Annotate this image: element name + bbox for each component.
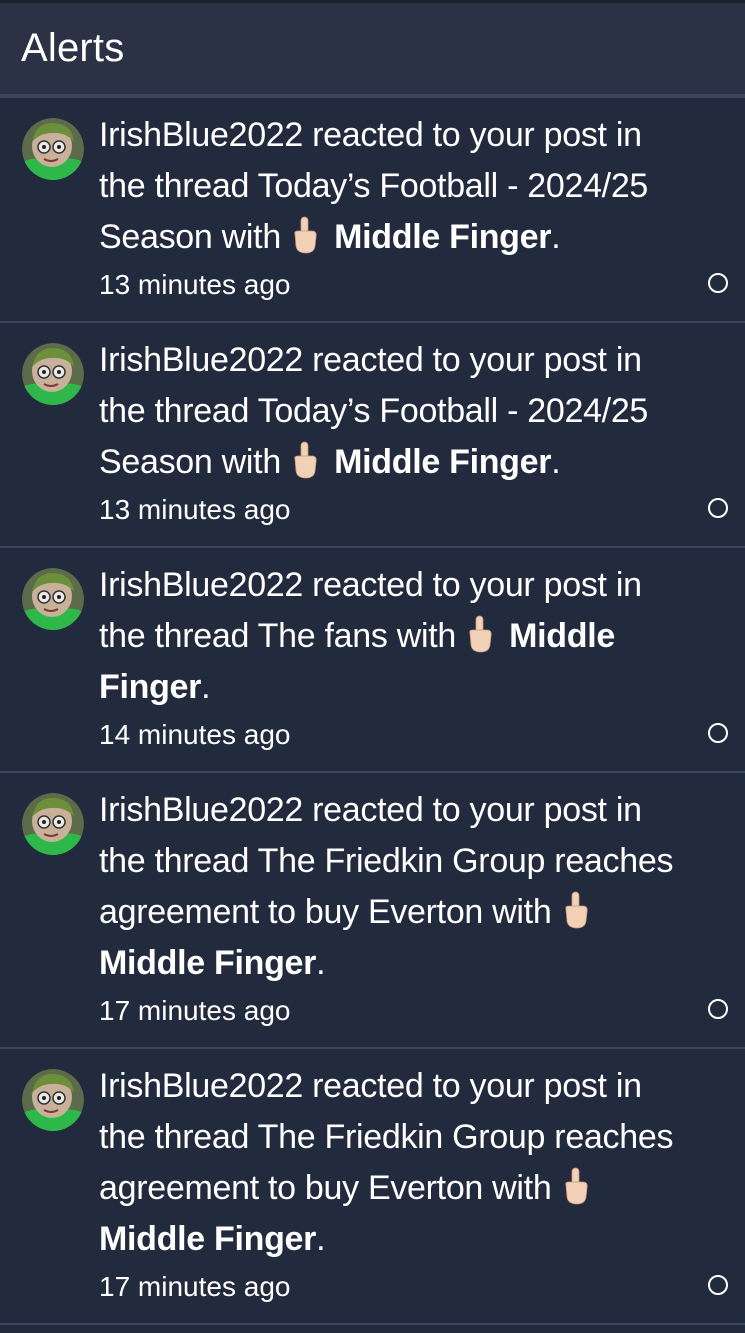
alert-text: IrishBlue2022 reacted to your post in th… [99, 335, 695, 488]
alert-timestamp: 13 minutes ago [99, 269, 291, 300]
avatar[interactable] [22, 568, 84, 630]
middle-finger-emoji-icon [290, 216, 320, 254]
alert-suffix: . [316, 1220, 326, 1258]
middle-finger-emoji-icon [561, 891, 591, 929]
page-title: Alerts [21, 26, 125, 70]
read-marker-icon[interactable] [708, 723, 728, 743]
read-marker-icon[interactable] [708, 1275, 728, 1295]
alert-text: IrishBlue2022 reacted to your post in th… [99, 1061, 695, 1265]
read-marker-icon[interactable] [708, 273, 728, 293]
reaction-name: Middle Finger [99, 1220, 317, 1258]
alerts-panel: Alerts IrishBlue2022 reacted to your pos… [0, 0, 745, 1333]
read-marker-icon[interactable] [708, 498, 728, 518]
alert-suffix: . [551, 443, 561, 481]
alerts-header: Alerts [0, 3, 745, 98]
alert-timestamp: 17 minutes ago [99, 1271, 291, 1302]
alert-item[interactable]: IrishBlue2022 reacted to your post in th… [0, 773, 745, 1049]
avatar[interactable] [22, 793, 84, 855]
read-marker-icon[interactable] [708, 999, 728, 1019]
alert-timestamp: 17 minutes ago [99, 995, 291, 1026]
middle-finger-emoji-icon [290, 441, 320, 479]
middle-finger-emoji-icon [561, 1167, 591, 1205]
alert-item[interactable]: IrishBlue2022 reacted to your post in th… [0, 323, 745, 548]
alert-suffix: . [201, 668, 211, 706]
alert-item[interactable]: IrishBlue2022 reacted to your post in th… [0, 548, 745, 773]
reaction-name: Middle Finger [334, 443, 552, 481]
alert-suffix: . [551, 218, 561, 256]
alert-timestamp: 13 minutes ago [99, 494, 291, 525]
alert-text: IrishBlue2022 reacted to your post in th… [99, 785, 695, 989]
reaction-name: Middle Finger [334, 218, 552, 256]
alert-text: IrishBlue2022 reacted to your post in th… [99, 110, 695, 263]
alert-suffix: . [316, 944, 326, 982]
avatar[interactable] [22, 1069, 84, 1131]
avatar[interactable] [22, 343, 84, 405]
reaction-name: Middle Finger [99, 944, 317, 982]
alert-item[interactable]: IrishBlue2022 reacted to your post in th… [0, 98, 745, 323]
middle-finger-emoji-icon [465, 615, 495, 653]
avatar[interactable] [22, 118, 84, 180]
alert-text: IrishBlue2022 reacted to your post in th… [99, 560, 695, 713]
alert-item[interactable]: IrishBlue2022 reacted to your post in th… [0, 1049, 745, 1325]
alert-timestamp: 14 minutes ago [99, 719, 291, 750]
